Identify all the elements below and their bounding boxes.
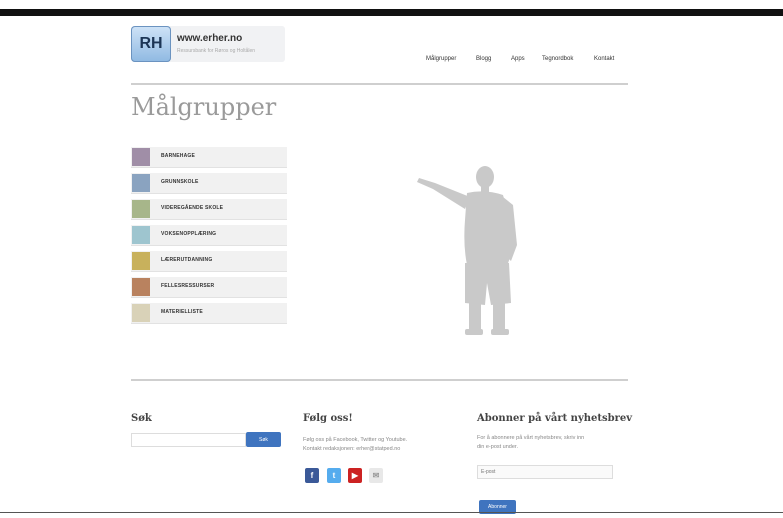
category-swatch xyxy=(132,174,150,192)
category-swatch xyxy=(132,148,150,166)
newsletter-text: For å abonnere på vårt nyhetsbrev, skriv… xyxy=(477,434,627,452)
category-list: BARNEHAGE GRUNNSKOLE VIDEREGÅENDE SKOLE … xyxy=(131,147,287,329)
header-divider xyxy=(131,83,628,85)
category-swatch xyxy=(132,200,150,218)
newsletter-text-line1: For å abonnere på vårt nyhetsbrev, skriv… xyxy=(477,435,585,441)
category-laererutdanning[interactable]: LÆRERUTDANNING xyxy=(131,251,287,272)
category-label: MATERIELLISTE xyxy=(161,309,203,315)
nav-blogg[interactable]: Blogg xyxy=(476,56,491,62)
nav-apps[interactable]: Apps xyxy=(511,56,525,62)
twitter-icon[interactable]: t xyxy=(327,468,341,483)
category-swatch xyxy=(132,226,150,244)
category-videregaende-skole[interactable]: VIDEREGÅENDE SKOLE xyxy=(131,199,287,220)
bottom-border xyxy=(0,512,783,513)
facebook-icon[interactable]: f xyxy=(305,468,319,483)
newsletter-heading: Abonner på vårt nyhetsbrev xyxy=(477,413,633,424)
nav-tegnordbok[interactable]: Tegnordbok xyxy=(542,56,573,62)
category-label: LÆRERUTDANNING xyxy=(161,257,213,263)
follow-text-line2: Kontakt redaksjonen: erher@statped.no xyxy=(303,446,401,452)
newsletter-email-input[interactable] xyxy=(477,465,613,479)
category-materielliste[interactable]: MATERIELLISTE xyxy=(131,303,287,324)
category-label: VOKSENOPPLÆRING xyxy=(161,231,217,237)
newsletter-text-line2: din e-post under. xyxy=(477,444,518,450)
youtube-icon[interactable]: ▶ xyxy=(348,468,362,483)
category-swatch xyxy=(132,278,150,296)
nav-kontakt[interactable]: Kontakt xyxy=(594,56,614,62)
category-fellesressurser[interactable]: FELLESRESSURSER xyxy=(131,277,287,298)
nav-malgrupper[interactable]: Målgrupper xyxy=(426,56,456,62)
category-barnehage[interactable]: BARNEHAGE xyxy=(131,147,287,168)
follow-text: Følg oss på Facebook, Twitter og Youtube… xyxy=(303,436,453,454)
logo-tagline: Ressursbank for Røros og Holtålen xyxy=(177,48,256,54)
search-heading: Søk xyxy=(131,413,152,424)
category-label: FELLESRESSURSER xyxy=(161,283,215,289)
category-voksenopplaering[interactable]: VOKSENOPPLÆRING xyxy=(131,225,287,246)
top-bar xyxy=(0,9,783,16)
pointing-person-illustration xyxy=(417,166,517,335)
search-button[interactable]: Søk xyxy=(246,432,281,447)
category-label: BARNEHAGE xyxy=(161,153,196,159)
follow-text-line1: Følg oss på Facebook, Twitter og Youtube… xyxy=(303,437,408,443)
mail-icon[interactable]: ✉ xyxy=(369,468,383,483)
category-label: VIDEREGÅENDE SKOLE xyxy=(161,205,224,211)
follow-heading: Følg oss! xyxy=(303,413,353,424)
page-title: Målgrupper xyxy=(131,93,277,121)
search-input[interactable] xyxy=(131,433,246,447)
category-swatch xyxy=(132,252,150,270)
category-swatch xyxy=(132,304,150,322)
footer-divider xyxy=(131,379,628,381)
logo-url: www.erher.no xyxy=(177,33,243,44)
category-grunnskole[interactable]: GRUNNSKOLE xyxy=(131,173,287,194)
main-nav: Målgrupper Blogg Apps Tegnordbok Kontakt xyxy=(0,56,783,68)
category-label: GRUNNSKOLE xyxy=(161,179,199,185)
